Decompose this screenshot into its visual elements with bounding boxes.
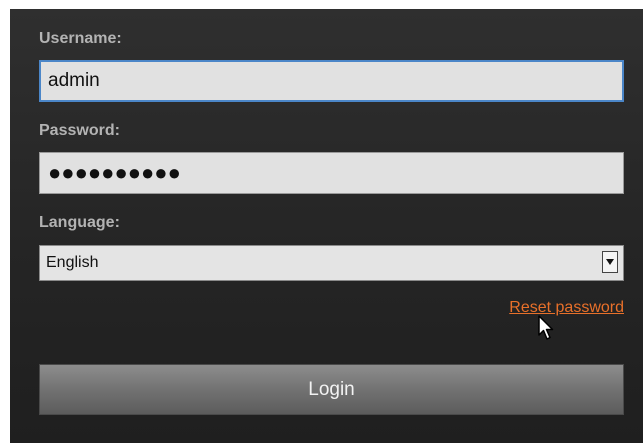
username-label: Username: [39,30,122,47]
username-input[interactable]: admin [39,60,624,102]
password-label: Password: [39,122,120,139]
login-button[interactable]: Login [39,364,624,415]
reset-password-link[interactable]: Reset password [509,299,624,317]
login-panel: Username: admin Password: ●●●●●●●●●● Lan… [10,9,643,443]
select-arrow-button[interactable] [602,251,618,273]
mouse-pointer-icon [538,315,554,340]
password-input[interactable]: ●●●●●●●●●● [39,152,624,194]
chevron-down-icon [606,259,614,265]
language-label: Language: [39,214,120,231]
language-selected-value: English [46,254,99,271]
language-select[interactable]: English [39,245,624,281]
